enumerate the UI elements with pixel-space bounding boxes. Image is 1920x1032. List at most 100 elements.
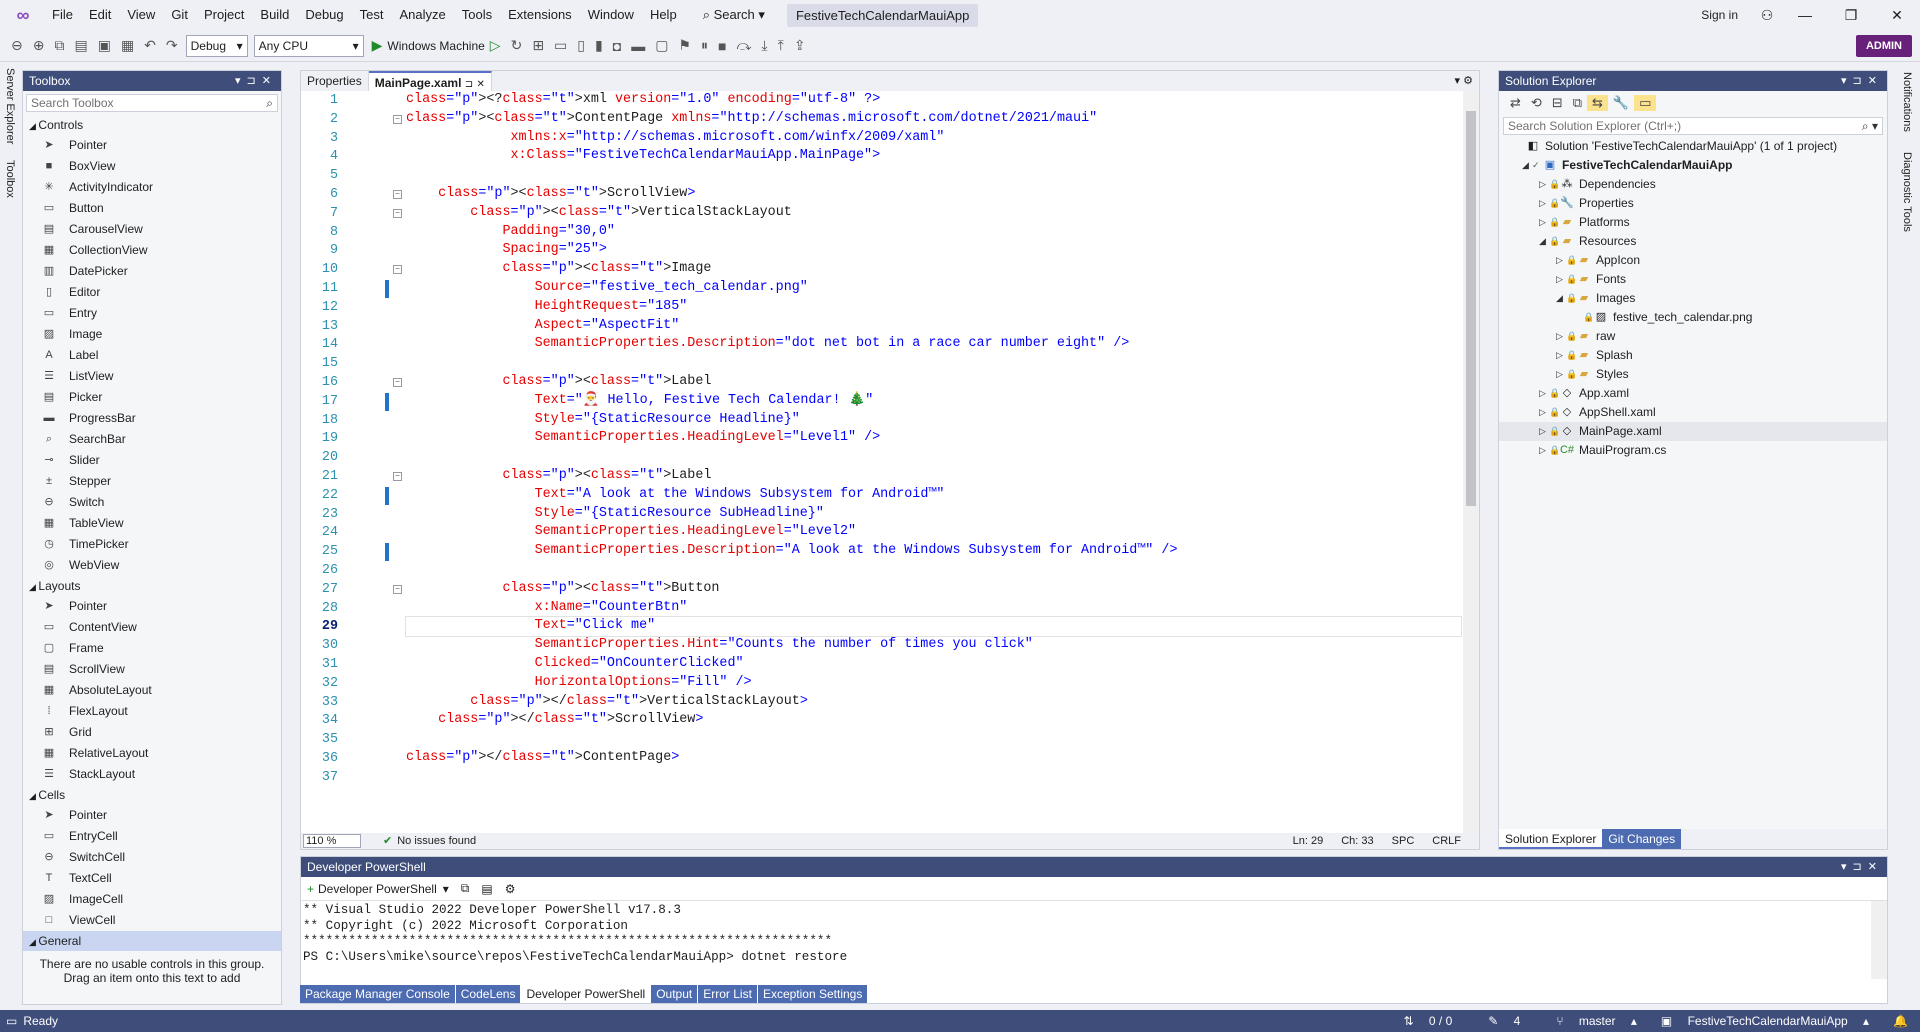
code-line[interactable]: Text="🎅 Hello, Festive Tech Calendar! 🎄" (406, 392, 1461, 411)
menu-tools[interactable]: Tools (454, 0, 500, 30)
search-button[interactable]: ⌕ Search ▾ (695, 7, 773, 23)
solution-explorer-search-input[interactable]: Search Solution Explorer (Ctrl+;) ⌕ ▾ (1503, 117, 1883, 135)
toolbox-item-flexlayout[interactable]: ⁞ FlexLayout (23, 701, 281, 722)
toolbox-item-pointer[interactable]: ➤ Pointer (23, 135, 281, 156)
tree-expander-icon[interactable]: ▷ (1539, 422, 1549, 441)
tree-node[interactable]: ▷ 🔒 ▰ AppIcon (1499, 251, 1887, 270)
fold-toggle-icon[interactable]: − (393, 378, 402, 387)
code-text[interactable]: class="p"><?class="t">xml version="1.0" … (405, 91, 1462, 787)
code-line[interactable]: class="p"><class="t">Label (406, 467, 1461, 486)
toolbox-item-boxview[interactable]: ■ BoxView (23, 156, 281, 177)
tree-node[interactable]: ▷ 🔒 ◇ AppShell.xaml (1499, 403, 1887, 422)
column-indicator[interactable]: Ch: 33 (1341, 833, 1391, 849)
fold-toggle-icon[interactable]: − (393, 265, 402, 275)
step-over-icon[interactable]: ⤼ (731, 37, 756, 54)
menu-help[interactable]: Help (642, 0, 685, 30)
pin-icon[interactable]: ⊐ (465, 79, 473, 90)
terminal-window-controls[interactable]: ▾⊐✕ (1841, 857, 1883, 877)
sync-status[interactable]: ⇅ 0 / 0 (1392, 1010, 1477, 1032)
code-line[interactable]: x:Name="CounterBtn" (406, 599, 1461, 618)
tree-expander-icon[interactable]: ◢ (1522, 156, 1532, 175)
code-line[interactable]: class="p"><class="t">ScrollView> (406, 185, 1461, 204)
toolbox-item-label[interactable]: A Label (23, 345, 281, 366)
new-item-icon[interactable]: ⧉ (49, 37, 69, 54)
tab-list-icon[interactable]: ▾ ⚙ (1455, 71, 1473, 91)
toolbox-item-switch[interactable]: ⊖ Switch (23, 492, 281, 513)
browse-icon[interactable]: ⊞ (527, 37, 549, 54)
live-share-icon[interactable]: ⇪ (789, 37, 811, 54)
toolbox-item-searchbar[interactable]: ⌕ SearchBar (23, 429, 281, 450)
tree-node[interactable]: ◢ ✓ ▣ FestiveTechCalendarMauiApp (1499, 156, 1887, 175)
code-line[interactable]: class="p"><class="t">ContentPage xmlns="… (406, 110, 1461, 129)
copy-icon[interactable]: ⧉ (455, 881, 476, 896)
terminal-output[interactable]: ** Visual Studio 2022 Developer PowerShe… (301, 901, 1887, 965)
toolbox-item-scrollview[interactable]: ▤ ScrollView (23, 659, 281, 680)
tree-node[interactable]: ▷ 🔒 ◇ App.xaml (1499, 384, 1887, 403)
tree-node[interactable]: ▷ 🔒 ▰ raw (1499, 327, 1887, 346)
code-line[interactable]: x:Class="FestiveTechCalendarMauiApp.Main… (406, 147, 1461, 166)
toolbox-item-viewcell[interactable]: □ ViewCell (23, 910, 281, 931)
code-line[interactable] (406, 768, 1461, 787)
tree-expander-icon[interactable]: ▷ (1556, 251, 1566, 270)
line-ending-indicator[interactable]: CRLF (1432, 833, 1479, 849)
admin-badge[interactable]: ADMIN (1855, 35, 1912, 57)
toolbox-group-layouts[interactable]: ◢ Layouts (23, 576, 281, 596)
back-icon[interactable]: ⊖ (6, 37, 28, 54)
toolbox-item-entrycell[interactable]: ▭ EntryCell (23, 826, 281, 847)
toolbox-item-contentview[interactable]: ▭ ContentView (23, 617, 281, 638)
device-icon[interactable]: ▢ (650, 37, 673, 54)
toolbox-search-input[interactable]: Search Toolbox ⌕ (26, 94, 278, 112)
code-line[interactable]: class="p"><class="t">Button (406, 580, 1461, 599)
whitespace-indicator[interactable]: SPC (1392, 833, 1433, 849)
code-line[interactable]: class="p"><?class="t">xml version="1.0" … (406, 91, 1461, 110)
hot-reload-icon[interactable]: ↻ (506, 37, 528, 54)
close-tab-icon[interactable]: ✕ (476, 79, 484, 90)
code-line[interactable]: HorizontalOptions="Fill" /> (406, 674, 1461, 693)
notifications-bell-icon[interactable]: 🔔 (1881, 1010, 1920, 1032)
code-line[interactable]: class="p"></class="t">ContentPage> (406, 749, 1461, 768)
tree-expander-icon[interactable]: ◢ (1539, 232, 1549, 251)
code-line[interactable]: SemanticProperties.Hint="Counts the numb… (406, 636, 1461, 655)
code-line[interactable]: Clicked="OnCounterClicked" (406, 655, 1461, 674)
tab-solution-explorer[interactable]: Solution Explorer (1499, 829, 1603, 849)
menu-debug[interactable]: Debug (297, 0, 351, 30)
clear-icon[interactable]: ▤ (475, 882, 498, 896)
toolbox-item-listview[interactable]: ☰ ListView (23, 366, 281, 387)
expander-icon[interactable]: ◢ (29, 791, 38, 801)
expander-icon[interactable]: ◢ (29, 582, 38, 592)
toolbox-item-entry[interactable]: ▭ Entry (23, 303, 281, 324)
tree-node[interactable]: ◢ 🔒 ▰ Resources (1499, 232, 1887, 251)
fold-toggle-icon[interactable]: − (393, 472, 402, 481)
preview-icon[interactable]: ▭ (1634, 95, 1657, 111)
format-icon[interactable]: ▯ (572, 37, 590, 54)
start-debugging-icon[interactable]: ▶ (367, 37, 388, 54)
notifications-tab[interactable]: Notifications (1901, 72, 1913, 132)
camera-icon[interactable]: ◘ (608, 38, 626, 54)
toolbox-item-stepper[interactable]: ± Stepper (23, 471, 281, 492)
dropdown-arrow-icon[interactable]: ▾ (437, 882, 455, 896)
tab-mainpage-xaml[interactable]: MainPage.xaml ⊐ ✕ (368, 71, 492, 91)
tree-expander-icon[interactable]: ▷ (1539, 384, 1549, 403)
close-button[interactable]: ✕ (1874, 7, 1920, 24)
stop-icon[interactable]: ■ (713, 38, 731, 54)
open-folder-icon[interactable]: ▤ (69, 37, 92, 54)
toolbox-item-relativelayout[interactable]: ▦ RelativeLayout (23, 743, 281, 764)
toolbox-item-slider[interactable]: ⊸ Slider (23, 450, 281, 471)
tree-node[interactable]: ▷ 🔒 ▰ Splash (1499, 346, 1887, 365)
platform-dropdown[interactable]: Any CPU ▾ (253, 34, 364, 57)
editor-vertical-scrollbar[interactable] (1463, 91, 1479, 833)
settings-gear-icon[interactable]: ⚙ (499, 882, 522, 896)
toolbox-item-image[interactable]: ▨ Image (23, 324, 281, 345)
tree-expander-icon[interactable]: ▷ (1556, 346, 1566, 365)
tree-node[interactable]: ▷ 🔒 ◇ MainPage.xaml (1499, 422, 1887, 441)
collapse-all-icon[interactable]: ⊟ (1547, 95, 1568, 111)
toolbox-item-imagecell[interactable]: ▨ ImageCell (23, 889, 281, 910)
tree-node[interactable]: ▷ 🔒 🔧 Properties (1499, 194, 1887, 213)
save-icon[interactable]: ▣ (93, 37, 116, 54)
toolbox-item-editor[interactable]: ▯ Editor (23, 282, 281, 303)
run-target-label[interactable]: Windows Machine (387, 39, 484, 53)
toolbox-item-picker[interactable]: ▤ Picker (23, 387, 281, 408)
bottom-tab-error-list[interactable]: Error List (698, 985, 757, 1003)
fold-toggle-icon[interactable]: − (393, 208, 402, 218)
toolbox-item-collectionview[interactable]: ▦ CollectionView (23, 240, 281, 261)
